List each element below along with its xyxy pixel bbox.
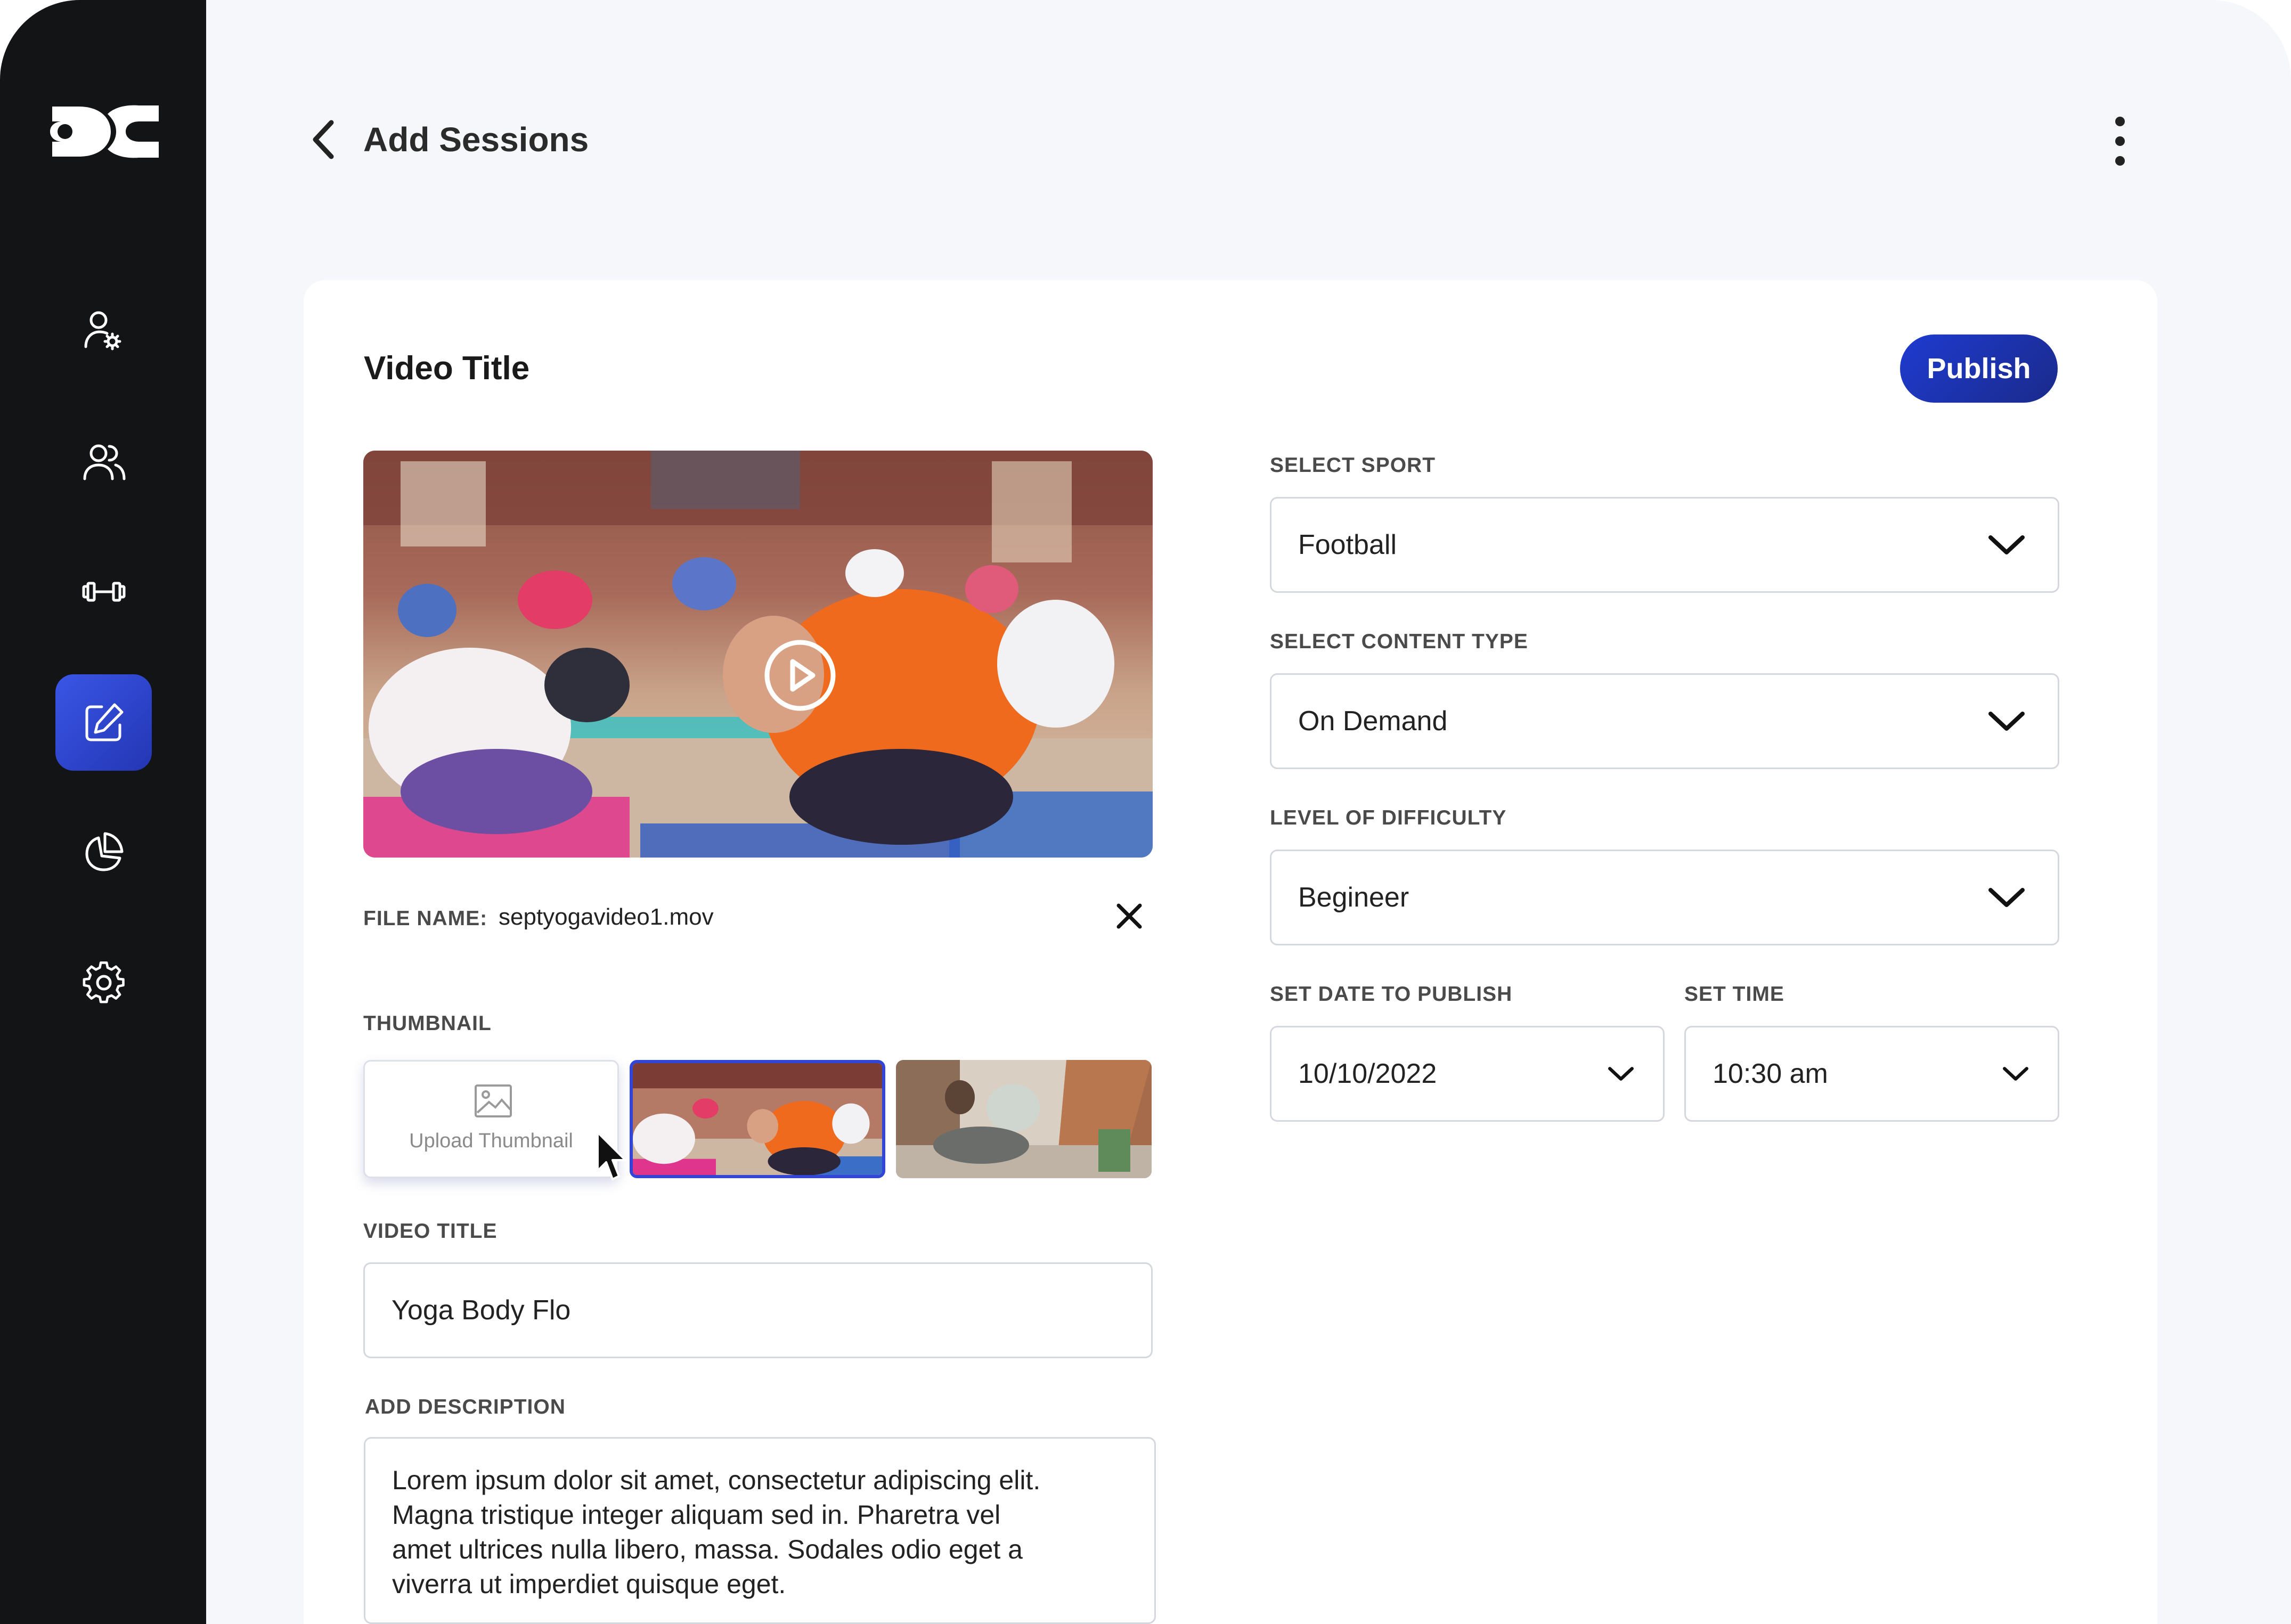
play-icon[interactable] — [763, 638, 837, 713]
close-icon[interactable] — [1113, 900, 1145, 932]
thumbnail-label: THUMBNAIL — [363, 1012, 492, 1035]
set-time-select[interactable]: 10:30 am — [1684, 1026, 2059, 1122]
more-options-icon[interactable] — [2104, 112, 2136, 170]
edit-icon — [85, 703, 123, 741]
dumbbell-icon — [82, 582, 125, 601]
content-type-select[interactable]: On Demand — [1270, 673, 2059, 769]
video-title-value: Yoga Body Flo — [392, 1295, 571, 1326]
sport-select-value: Football — [1298, 529, 1397, 560]
description-textarea[interactable]: Lorem ipsum dolor sit amet, consectetur … — [364, 1437, 1156, 1624]
description-label: ADD DESCRIPTION — [365, 1396, 566, 1418]
thumbnail-image — [633, 1063, 882, 1175]
chevron-down-icon — [1988, 535, 2025, 554]
set-time-value: 10:30 am — [1713, 1058, 1828, 1089]
description-line: amet ultrices nulla libero, massa. Sodal… — [392, 1535, 1023, 1564]
sidebar-item-settings[interactable] — [55, 934, 152, 1031]
select-sport-label: SELECT SPORT — [1270, 454, 1436, 477]
brand-logo — [50, 105, 159, 158]
set-time-label: SET TIME — [1684, 983, 1784, 1006]
difficulty-value: Begineer — [1298, 882, 1409, 913]
upload-thumbnail-label: Upload Thumbnail — [409, 1130, 573, 1152]
app-frame: Add Sessions Video Title Publish FILE NA… — [0, 0, 2291, 1624]
description-line: viverra ut imperdiet quisque eget. — [392, 1569, 786, 1599]
video-title-input[interactable]: Yoga Body Flo — [363, 1262, 1153, 1358]
users-icon — [83, 444, 125, 480]
sport-select[interactable]: Football — [1270, 497, 2059, 593]
chevron-down-icon — [1988, 888, 2025, 907]
page-title: Add Sessions — [363, 120, 589, 159]
publish-date-label: SET DATE TO PUBLISH — [1270, 983, 1513, 1006]
chevron-down-icon — [1988, 712, 2025, 731]
publish-button[interactable]: Publish — [1900, 334, 2058, 403]
sidebar-item-users[interactable] — [55, 413, 152, 510]
difficulty-label: LEVEL OF DIFFICULTY — [1270, 806, 1507, 829]
publish-date-select[interactable]: 10/10/2022 — [1270, 1026, 1665, 1122]
sidebar-item-user-settings[interactable] — [55, 282, 152, 379]
back-arrow-icon[interactable] — [306, 118, 343, 161]
difficulty-select[interactable]: Begineer — [1270, 850, 2059, 945]
sidebar-item-analytics[interactable] — [55, 803, 152, 900]
content-type-label: SELECT CONTENT TYPE — [1270, 630, 1528, 653]
mouse-cursor-icon — [597, 1131, 626, 1180]
file-name-label: FILE NAME: — [363, 907, 488, 930]
sidebar — [0, 0, 206, 1624]
card-title: Video Title — [364, 350, 530, 387]
description-line: Magna tristique integer aliquam sed in. … — [392, 1500, 1001, 1530]
sidebar-item-edit[interactable] — [55, 674, 152, 771]
content-type-value: On Demand — [1298, 706, 1448, 737]
upload-thumbnail-button[interactable]: Upload Thumbnail — [363, 1060, 619, 1178]
chevron-down-icon — [1608, 1067, 1634, 1081]
video-title-label: VIDEO TITLE — [363, 1220, 498, 1243]
video-preview[interactable] — [363, 451, 1153, 858]
sidebar-item-workouts[interactable] — [55, 543, 152, 640]
file-name-value: septyogavideo1.mov — [499, 904, 714, 930]
video-frame-image — [363, 451, 1153, 858]
image-icon — [475, 1084, 512, 1117]
settings-gear-icon — [83, 961, 125, 1003]
thumbnail-option[interactable] — [896, 1060, 1152, 1178]
description-line: Lorem ipsum dolor sit amet, consectetur … — [392, 1465, 1041, 1495]
user-settings-icon — [84, 311, 121, 350]
thumbnail-option-selected[interactable] — [630, 1060, 885, 1178]
thumbnail-image — [896, 1060, 1152, 1178]
publish-date-value: 10/10/2022 — [1298, 1058, 1437, 1089]
chevron-down-icon — [2003, 1067, 2028, 1081]
pie-chart-icon — [85, 832, 123, 871]
